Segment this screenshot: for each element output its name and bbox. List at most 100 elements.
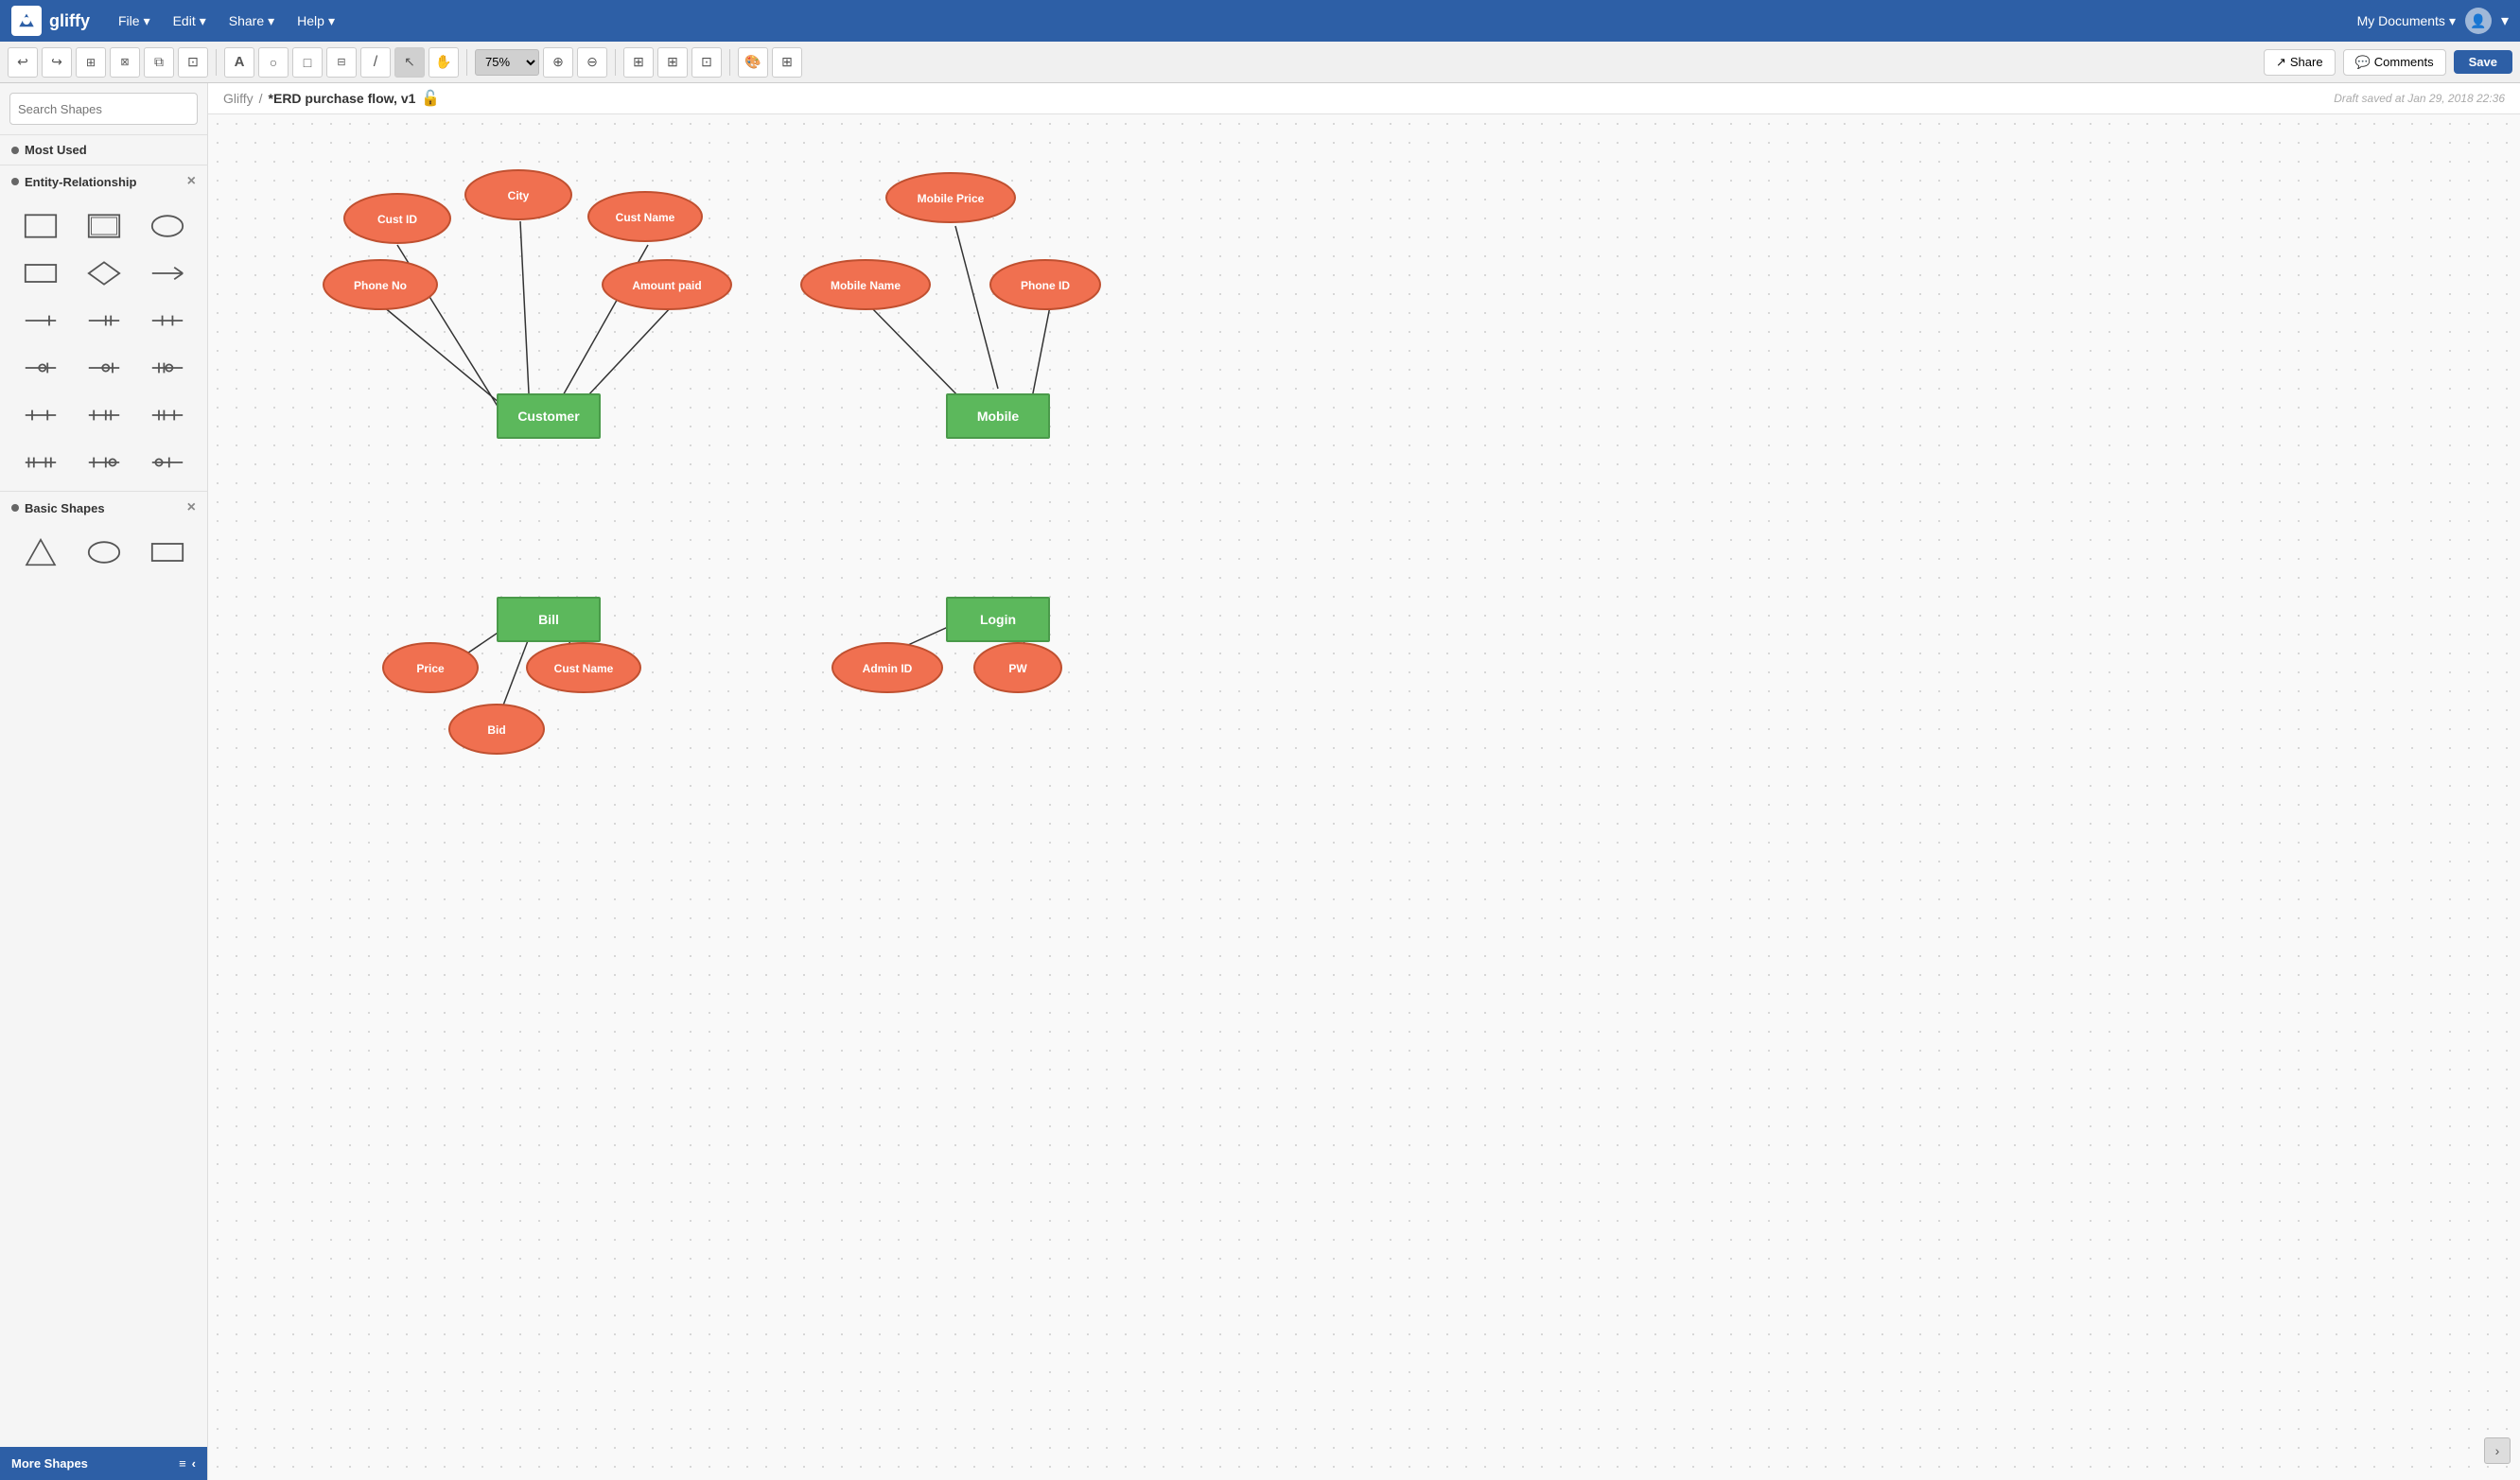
- color-button[interactable]: 🎨: [738, 47, 768, 78]
- er-connector-shape[interactable]: [138, 252, 196, 294]
- zoom-out-button[interactable]: ⊖: [577, 47, 607, 78]
- search-input[interactable]: [10, 96, 192, 122]
- er-entity2-shape[interactable]: [11, 252, 69, 294]
- er-one-many-shape[interactable]: [75, 300, 132, 341]
- er-relationship-shape[interactable]: [75, 252, 132, 294]
- mobile-entity[interactable]: Mobile: [946, 393, 1050, 439]
- table-button[interactable]: ⊟: [326, 47, 357, 78]
- bill-cust-name-attr[interactable]: Cust Name: [525, 639, 648, 696]
- add-button[interactable]: ⊞: [623, 47, 654, 78]
- my-documents[interactable]: My Documents ▾: [2357, 13, 2456, 29]
- zoom-in-button[interactable]: ⊕: [543, 47, 573, 78]
- basic-dot: [11, 504, 19, 512]
- breadcrumb-root[interactable]: Gliffy: [223, 91, 254, 106]
- cust-id-attr[interactable]: Cust ID: [341, 190, 454, 247]
- nav-right: My Documents ▾ 👤 ▾: [2357, 8, 2509, 34]
- user-avatar[interactable]: 👤: [2465, 8, 2492, 34]
- search-icon[interactable]: 🔍: [192, 94, 198, 124]
- share-button[interactable]: ↗ Share: [2264, 49, 2336, 76]
- basic-shapes-close-button[interactable]: ×: [187, 499, 196, 516]
- zoom-select[interactable]: 75% 50% 100% 150%: [475, 49, 539, 76]
- basic-shapes-label: Basic Shapes: [25, 501, 105, 515]
- search-box: 🔍: [9, 93, 198, 125]
- save-button[interactable]: Save: [2454, 50, 2512, 74]
- er-zero-one-shape[interactable]: [11, 347, 69, 389]
- share-menu[interactable]: Share ▾: [219, 8, 284, 35]
- svg-text:Price: Price: [416, 662, 445, 675]
- delete-button[interactable]: ⊡: [178, 47, 208, 78]
- breadcrumb: Gliffy / *ERD purchase flow, v1 🔓: [223, 89, 440, 108]
- er-zero-one3-shape[interactable]: [138, 442, 196, 483]
- draft-info: Draft saved at Jan 29, 2018 22:36: [2334, 92, 2505, 105]
- corner-button[interactable]: ›: [2484, 1437, 2511, 1464]
- basic-shapes-header[interactable]: Basic Shapes ×: [0, 491, 207, 524]
- diagram-canvas[interactable]: Customer Mobile Bill Login Cust ID City …: [208, 114, 2520, 1473]
- er-many-zero-shape[interactable]: [138, 347, 196, 389]
- magnet-button[interactable]: ⊡: [691, 47, 722, 78]
- hand-button[interactable]: ✋: [429, 47, 459, 78]
- svg-text:Cust Name: Cust Name: [554, 662, 614, 675]
- mobile-name-attr[interactable]: Mobile Name: [799, 256, 936, 313]
- oval-shape[interactable]: [75, 531, 132, 573]
- user-menu-arrow[interactable]: ▾: [2501, 11, 2509, 30]
- svg-text:Admin ID: Admin ID: [863, 662, 913, 675]
- er-header[interactable]: Entity-Relationship ×: [0, 165, 207, 198]
- er-zero-one2-shape[interactable]: [75, 442, 132, 483]
- file-menu[interactable]: File ▾: [109, 8, 160, 35]
- rect-button[interactable]: □: [292, 47, 323, 78]
- svg-text:Cust Name: Cust Name: [616, 211, 675, 224]
- help-menu[interactable]: Help ▾: [288, 8, 344, 35]
- most-used-header[interactable]: Most Used: [0, 134, 207, 165]
- layers-button[interactable]: ⊞: [772, 47, 802, 78]
- diagram-title[interactable]: *ERD purchase flow, v1: [269, 91, 416, 106]
- price-attr[interactable]: Price: [381, 639, 485, 696]
- city-attr[interactable]: City: [462, 166, 575, 223]
- er-one-many2-shape[interactable]: [75, 394, 132, 436]
- pointer-button[interactable]: ↖: [394, 47, 425, 78]
- amount-paid-attr[interactable]: Amount paid: [601, 256, 738, 313]
- er-one-shape[interactable]: [11, 300, 69, 341]
- er-attr-shape[interactable]: [138, 205, 196, 247]
- toolbar: ↩ ↪ ⊞ ⊠ ⧉ ⊡ A ○ □ ⊟ / ↖ ✋ 75% 50% 100% 1…: [0, 42, 2520, 83]
- triangle-shape[interactable]: [11, 531, 69, 573]
- line-button[interactable]: /: [360, 47, 391, 78]
- more-shapes[interactable]: More Shapes ≡ ‹: [0, 1447, 207, 1480]
- er-weak-entity-shape[interactable]: [75, 205, 132, 247]
- er-many-many-shape[interactable]: [138, 300, 196, 341]
- sep4: [729, 49, 730, 76]
- svg-text:Mobile Price: Mobile Price: [918, 192, 985, 205]
- undo-button[interactable]: ↩: [8, 47, 38, 78]
- lock-icon[interactable]: 🔓: [421, 89, 440, 108]
- er-many-many2-shape[interactable]: [11, 442, 69, 483]
- bill-entity[interactable]: Bill: [497, 597, 601, 642]
- svg-text:City: City: [508, 189, 530, 202]
- cust-name-attr[interactable]: Cust Name: [586, 188, 709, 245]
- admin-id-attr[interactable]: Admin ID: [831, 639, 949, 696]
- er-one-one-shape[interactable]: [11, 394, 69, 436]
- login-entity[interactable]: Login: [946, 597, 1050, 642]
- phone-no-attr[interactable]: Phone No: [322, 256, 445, 313]
- mobile-price-attr[interactable]: Mobile Price: [884, 169, 1022, 226]
- logo-area: gliffy: [11, 6, 90, 36]
- phone-id-attr[interactable]: Phone ID: [989, 256, 1107, 313]
- redo-button[interactable]: ↪: [42, 47, 72, 78]
- rectangle-shape[interactable]: [138, 531, 196, 573]
- grid-button[interactable]: ⊞: [657, 47, 688, 78]
- breadcrumb-separator: /: [259, 91, 263, 106]
- select-all-button[interactable]: ⊠: [110, 47, 140, 78]
- pw-attr[interactable]: PW: [972, 639, 1067, 696]
- edit-menu[interactable]: Edit ▾: [164, 8, 216, 35]
- sep3: [615, 49, 616, 76]
- bid-attr[interactable]: Bid: [447, 701, 551, 757]
- select-button[interactable]: ⊞: [76, 47, 106, 78]
- er-zero-many-shape[interactable]: [75, 347, 132, 389]
- text-button[interactable]: A: [224, 47, 254, 78]
- customer-entity[interactable]: Customer: [497, 393, 601, 439]
- er-close-button[interactable]: ×: [187, 173, 196, 190]
- sidebar: 🔍 Most Used Entity-Relationship ×: [0, 83, 208, 1480]
- er-entity-shape[interactable]: [11, 205, 69, 247]
- comments-button[interactable]: 💬 Comments: [2343, 49, 2446, 76]
- er-many-one-shape[interactable]: [138, 394, 196, 436]
- duplicate-button[interactable]: ⧉: [144, 47, 174, 78]
- circle-button[interactable]: ○: [258, 47, 289, 78]
